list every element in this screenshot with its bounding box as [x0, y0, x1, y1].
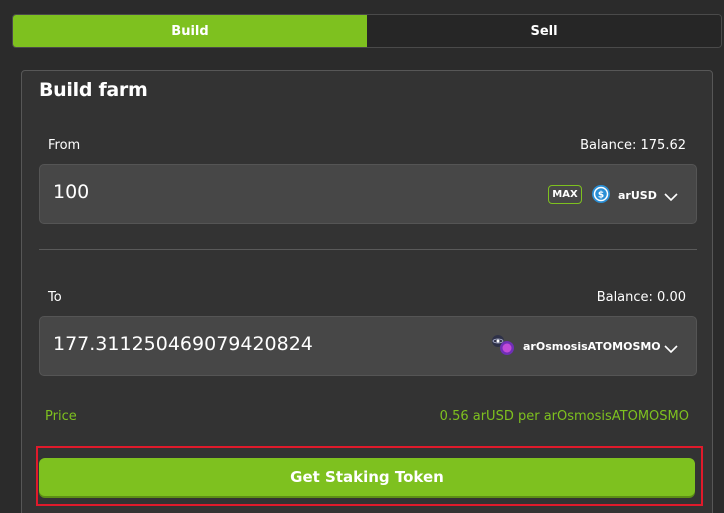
from-input-box: 100 MAX $ arUSD [39, 164, 697, 224]
from-label: From [48, 138, 81, 153]
chevron-down-icon[interactable] [664, 339, 678, 358]
to-token-name: arOsmosisATOMOSMO [523, 340, 661, 353]
mode-tabs: Build Sell [12, 14, 722, 48]
atom-osmo-pair-icon [490, 333, 516, 360]
tab-sell[interactable]: Sell [367, 15, 721, 47]
price-value: 0.56 arUSD per arOsmosisATOMOSMO [439, 409, 689, 424]
to-balance: Balance: 0.00 [596, 290, 686, 305]
max-button[interactable]: MAX [548, 185, 582, 204]
to-token-selector[interactable]: arOsmosisATOMOSMO [490, 333, 661, 360]
from-balance: Balance: 175.62 [580, 138, 686, 153]
from-amount-input[interactable]: 100 [53, 181, 89, 203]
from-token-name: arUSD [618, 189, 657, 202]
price-label: Price [45, 409, 77, 424]
usd-coin-icon: $ [591, 184, 611, 207]
to-label: To [48, 290, 62, 305]
svg-text:$: $ [598, 191, 604, 201]
to-input-box: 177.311250469079420824 arOsmosisATOMOSMO [39, 316, 697, 376]
chevron-down-icon[interactable] [664, 187, 678, 206]
card-title: Build farm [39, 79, 148, 101]
tab-build[interactable]: Build [13, 15, 367, 47]
to-amount-output[interactable]: 177.311250469079420824 [53, 333, 313, 355]
from-token-selector[interactable]: $ arUSD [591, 184, 657, 207]
section-divider [39, 249, 697, 250]
get-staking-token-button[interactable]: Get Staking Token [39, 458, 695, 496]
